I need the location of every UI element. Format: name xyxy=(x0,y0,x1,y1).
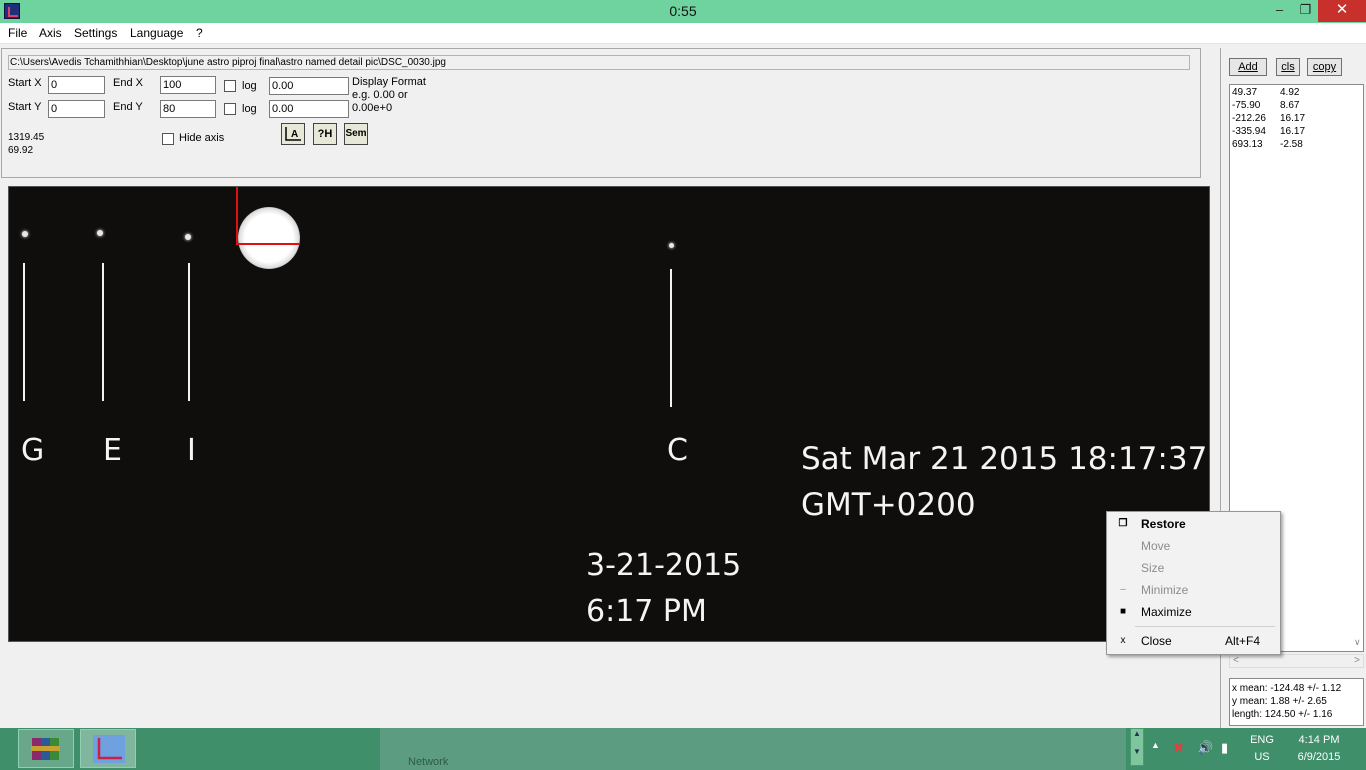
axis-icon: A xyxy=(285,127,301,141)
label-e: E xyxy=(103,433,122,468)
hide-axis-checkbox[interactable] xyxy=(162,133,174,145)
file-path-field[interactable]: C:\Users\Avedis Tchamithhian\Desktop\jun… xyxy=(8,55,1190,70)
length: length: 124.50 +/- 1.16 xyxy=(1232,709,1333,720)
cls-button[interactable]: cls xyxy=(1276,58,1300,76)
network-label: Network xyxy=(408,756,449,768)
taskbar-winrar[interactable] xyxy=(18,729,74,768)
menu-item-restore[interactable]: ❐ Restore xyxy=(1107,513,1280,535)
taskbar: Network ▲ ▼ ▲ ✖ 🔊 ▮ ENG US 4:14 PM 6/9/20… xyxy=(0,728,1366,770)
close-button[interactable]: ✕ xyxy=(1318,0,1366,22)
star-c xyxy=(669,243,674,248)
end-x-label: End X xyxy=(113,77,143,89)
menu-axis[interactable]: Axis xyxy=(39,26,62,40)
battery-icon[interactable]: ▮ xyxy=(1221,740,1228,756)
menu-item-maximize[interactable]: ■ Maximize xyxy=(1107,601,1280,623)
sem-tool-button[interactable]: Sem xyxy=(344,123,368,145)
photo-date: 3-21-2015 xyxy=(586,548,742,583)
restore-icon: ❐ xyxy=(1118,518,1128,529)
measure-line-horizontal[interactable] xyxy=(236,243,300,245)
system-context-menu: ❐ Restore Move Size – Minimize ■ Maximiz… xyxy=(1106,511,1281,655)
display-format-label: Display Format xyxy=(352,76,426,88)
copy-button[interactable]: copy xyxy=(1307,58,1342,76)
svg-text:A: A xyxy=(291,129,298,140)
start-y-label: Start Y xyxy=(8,101,42,113)
log-x-checkbox[interactable] xyxy=(224,80,236,92)
app-axis-icon xyxy=(93,735,125,763)
display-format-example: e.g. 0.00 or xyxy=(352,89,408,101)
maximize-icon: ■ xyxy=(1119,606,1127,617)
log-x-label: log xyxy=(242,80,257,92)
photo-canvas[interactable]: G E I C Sat Mar 21 2015 18:17:37 GMT+020… xyxy=(8,186,1210,642)
menu-item-minimize: – Minimize xyxy=(1107,579,1280,601)
star-e xyxy=(97,230,103,236)
log-y-label: log xyxy=(242,103,257,115)
star-i xyxy=(185,234,191,240)
taskbar-background xyxy=(380,728,1126,770)
menu-bar: File Axis Settings Language ? xyxy=(0,23,1366,44)
end-x-input[interactable]: 100 xyxy=(160,76,216,94)
cursor-x-readout: 1319.45 xyxy=(8,132,45,143)
taskbar-digitizer-app[interactable] xyxy=(80,729,136,768)
menu-item-move: Move xyxy=(1141,539,1171,553)
add-button[interactable]: Add xyxy=(1229,58,1267,76)
menu-help[interactable]: ? xyxy=(196,26,203,40)
menu-language[interactable]: Language xyxy=(130,26,183,40)
menu-settings[interactable]: Settings xyxy=(74,26,117,40)
label-g: G xyxy=(21,433,45,468)
marker-line-e xyxy=(102,263,104,401)
input-region[interactable]: US xyxy=(1246,751,1278,763)
marker-line-g xyxy=(23,263,25,401)
end-y-input[interactable]: 80 xyxy=(160,100,216,118)
window-title: 0:55 xyxy=(669,3,697,19)
minimize-button[interactable]: – xyxy=(1266,0,1293,22)
title-bar: 0:55 – ❐ ✕ xyxy=(0,0,1366,23)
axis-tool-button[interactable]: A xyxy=(281,123,305,145)
start-x-input[interactable]: 0 xyxy=(48,76,105,94)
scroll-down-icon[interactable]: ∨ xyxy=(1354,637,1361,648)
hide-axis-label: Hide axis xyxy=(179,132,225,144)
label-c: C xyxy=(667,433,688,468)
menu-file[interactable]: File xyxy=(8,26,27,40)
display-format-sci: 0.00e+0 xyxy=(352,102,393,114)
scroll-left-icon[interactable]: < xyxy=(1233,655,1239,666)
restore-button[interactable]: ❐ xyxy=(1292,0,1319,22)
start-x-label: Start X xyxy=(8,77,42,89)
statistics-box: x mean: -124.48 +/- 1.12 y mean: 1.88 +/… xyxy=(1229,678,1364,726)
tray-overflow-button[interactable]: ▲ ▼ xyxy=(1130,728,1144,766)
close-shortcut: Alt+F4 xyxy=(1225,634,1261,648)
format-y-input[interactable]: 0.00 xyxy=(269,100,349,118)
star-g xyxy=(22,231,28,237)
menu-item-close[interactable]: x Close Alt+F4 xyxy=(1107,630,1280,652)
menu-separator xyxy=(1135,626,1275,627)
help-tool-button[interactable]: ?H xyxy=(313,123,337,145)
winrar-icon xyxy=(31,738,60,760)
cursor-y-readout: 69.92 xyxy=(8,145,34,156)
start-y-input[interactable]: 0 xyxy=(48,100,105,118)
marker-line-i xyxy=(188,263,190,401)
moon xyxy=(238,207,300,269)
menu-item-size: Size xyxy=(1141,561,1165,575)
input-language[interactable]: ENG xyxy=(1246,734,1278,746)
x-mean: x mean: -124.48 +/- 1.12 xyxy=(1232,683,1342,694)
network-warning-icon[interactable]: ✖ xyxy=(1173,740,1184,756)
camera-timestamp: Sat Mar 21 2015 18:17:37 xyxy=(801,441,1208,477)
photo-time: 6:17 PM xyxy=(586,594,707,629)
end-y-label: End Y xyxy=(113,101,143,113)
axis-settings-panel: C:\Users\Avedis Tchamithhian\Desktop\jun… xyxy=(1,48,1201,178)
camera-timezone: GMT+0200 xyxy=(801,487,976,523)
minimize-icon: – xyxy=(1120,584,1126,595)
horizontal-scrollbar[interactable]: < > xyxy=(1229,654,1364,668)
log-y-checkbox[interactable] xyxy=(224,103,236,115)
format-x-input[interactable]: 0.00 xyxy=(269,77,349,95)
measure-line-vertical[interactable] xyxy=(236,187,238,245)
clock-date[interactable]: 6/9/2015 xyxy=(1284,751,1354,763)
label-i: I xyxy=(187,433,196,468)
scroll-right-icon[interactable]: > xyxy=(1354,655,1360,666)
marker-line-c xyxy=(670,269,672,407)
clock-time[interactable]: 4:14 PM xyxy=(1284,734,1354,746)
volume-icon[interactable]: 🔊 xyxy=(1197,740,1213,756)
close-icon: x xyxy=(1120,635,1126,646)
show-hidden-icons[interactable]: ▲ xyxy=(1151,740,1160,750)
y-mean: y mean: 1.88 +/- 2.65 xyxy=(1232,696,1327,707)
